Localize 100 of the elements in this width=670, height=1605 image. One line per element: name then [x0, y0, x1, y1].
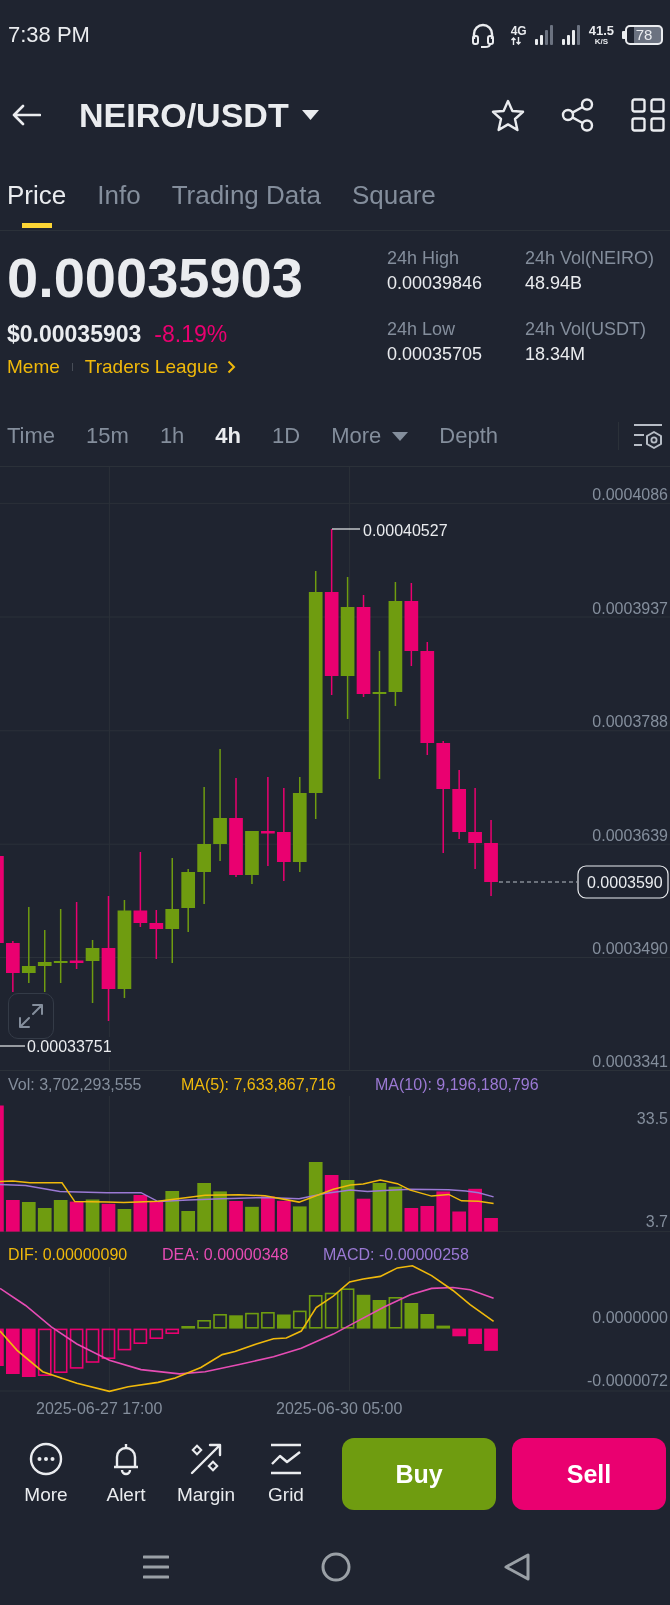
volume-bar	[277, 1200, 291, 1232]
macd-bar	[484, 1328, 498, 1351]
action-button[interactable]: Alert	[86, 1422, 166, 1507]
back-arrow-icon[interactable]	[11, 103, 41, 127]
stat-value: 0.00039846	[387, 272, 483, 295]
chart-settings-icon[interactable]	[633, 422, 663, 450]
volume-legend: MA(5): 7,633,867,716	[181, 1076, 336, 1093]
macd-bar	[6, 1328, 20, 1374]
menu-icon[interactable]	[143, 1554, 169, 1580]
speed-unit: K/S	[594, 38, 608, 46]
interval-tab[interactable]: 1D	[272, 423, 301, 449]
share-icon[interactable]	[561, 98, 595, 132]
low-price-label: 0.00033751	[27, 1038, 112, 1055]
macd-bar	[0, 1328, 4, 1366]
category-tag[interactable]: Meme	[7, 354, 60, 380]
action-button[interactable]: More	[6, 1422, 86, 1507]
volume-bar	[85, 1199, 100, 1232]
buy-button[interactable]: Buy	[342, 1438, 496, 1510]
sell-button[interactable]: Sell	[512, 1438, 666, 1510]
tab[interactable]: Trading Data	[171, 160, 321, 230]
macd-bar	[229, 1315, 243, 1329]
volume-axis-label: 33.5	[636, 1109, 668, 1127]
volume-bar	[6, 1200, 20, 1232]
volume-bar	[21, 1202, 36, 1232]
caret-down-icon	[392, 431, 409, 441]
macd-bar	[21, 1328, 36, 1377]
interval-tab[interactable]: 4h	[215, 423, 242, 449]
price-axis-label: 0.0003937	[592, 599, 668, 617]
price-axis-label: 0.0003341	[592, 1053, 668, 1070]
rising-candle	[85, 939, 100, 1004]
back-triangle-icon[interactable]	[503, 1552, 531, 1582]
more-dots-icon	[29, 1442, 63, 1476]
star-icon[interactable]	[491, 98, 525, 132]
volume-bar	[37, 1208, 52, 1232]
high-price-label: 0.00040527	[363, 521, 448, 539]
interval-tab[interactable]: 1h	[159, 423, 185, 449]
interval-tab[interactable]: More	[331, 423, 409, 449]
expand-icon	[18, 1003, 44, 1029]
macd-bar	[69, 1328, 84, 1369]
macd-bar	[324, 1292, 339, 1329]
macd-bar	[261, 1312, 275, 1329]
stat-label: 24h Vol(NEIRO)	[525, 247, 655, 270]
macd-bar	[245, 1312, 259, 1329]
stat-label: 24h Vol(USDT)	[525, 318, 647, 341]
macd-bar	[101, 1328, 116, 1359]
volume-bar	[149, 1201, 164, 1232]
stat-value: 18.34M	[525, 343, 586, 366]
volume-bar	[484, 1218, 498, 1232]
interval-tab[interactable]: Time	[7, 423, 56, 449]
macd-bar	[468, 1328, 482, 1344]
price-axis-label: 0.0003639	[592, 826, 668, 844]
falling-candle	[69, 901, 84, 970]
interval-tab[interactable]: Depth	[439, 423, 498, 449]
macd-bar	[372, 1300, 387, 1329]
macd-legend: MACD: -0.00000258	[323, 1246, 469, 1263]
volume-axis-label: 3.7	[645, 1212, 668, 1230]
leader-line	[0, 1045, 26, 1047]
macd-bar	[85, 1328, 100, 1363]
tag-link[interactable]: Traders League	[84, 354, 237, 380]
volume-legend: Vol: 3,702,293,555	[8, 1076, 142, 1093]
volume-bar	[53, 1200, 68, 1232]
volume-bar	[324, 1175, 339, 1232]
data-arrows-icon	[510, 37, 521, 45]
volume-legend: MA(10): 9,196,180,796	[375, 1076, 539, 1093]
tab[interactable]: Square	[351, 160, 436, 230]
volume-bar	[261, 1196, 275, 1232]
fiat-price: $0.00035903	[7, 320, 142, 348]
last-price: 0.00035903	[7, 248, 304, 308]
expand-button[interactable]	[8, 993, 54, 1039]
current-price-label: 0.0003590	[577, 865, 669, 899]
macd-legend: DEA: 0.00000348	[162, 1246, 289, 1263]
signal-icon	[534, 25, 554, 45]
macd-legend: DIF: 0.00000090	[8, 1246, 128, 1263]
network-type: 4G	[510, 25, 527, 37]
tab[interactable]: Info	[97, 160, 141, 230]
macd-bar	[340, 1288, 355, 1329]
macd-bar	[388, 1297, 403, 1329]
price-axis-label: 0.0003788	[592, 713, 668, 731]
price-change: -8.19%	[154, 320, 228, 348]
rising-candle	[245, 830, 259, 885]
tab[interactable]: Price	[7, 160, 67, 230]
grid-trading-icon	[269, 1442, 303, 1476]
stat-label: 24h Low	[387, 318, 456, 341]
time-axis-label: 2025-06-27 17:00	[36, 1400, 163, 1417]
macd-bar	[53, 1328, 68, 1373]
macd-axis-label: -0.0000072	[587, 1371, 668, 1389]
volume-bar	[101, 1203, 116, 1232]
home-circle-icon[interactable]	[321, 1552, 351, 1582]
action-button[interactable]: Grid	[246, 1422, 326, 1507]
volume-bar	[229, 1201, 243, 1232]
interval-tab[interactable]: 15m	[86, 423, 129, 449]
grid-menu-icon[interactable]	[631, 98, 665, 132]
pair-selector[interactable]: NEIRO/USDT	[79, 95, 319, 135]
volume-bar	[468, 1188, 482, 1232]
leader-line	[331, 528, 361, 530]
chevron-right-icon	[227, 360, 237, 374]
volume-bar	[69, 1201, 84, 1232]
macd-axis-label: 0.0000000	[592, 1308, 668, 1326]
macd-bar	[277, 1314, 291, 1329]
action-button[interactable]: Margin	[166, 1422, 246, 1507]
